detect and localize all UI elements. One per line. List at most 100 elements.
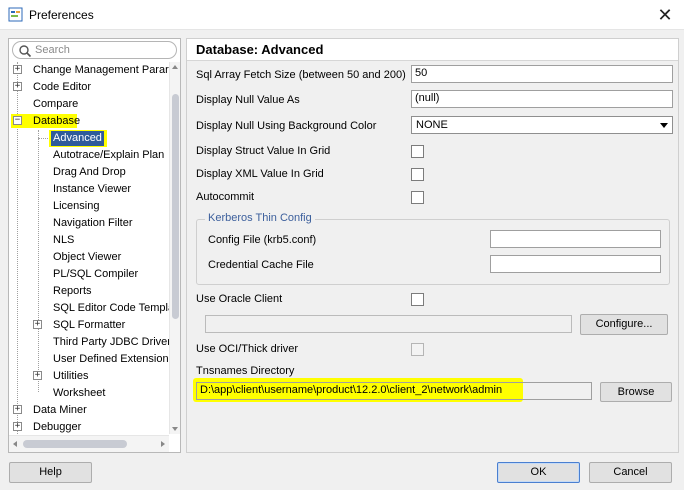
- page-title: Database: Advanced: [196, 42, 324, 57]
- tree-item-label: Utilities: [53, 370, 89, 382]
- oracle-client-path-input[interactable]: [205, 315, 572, 333]
- expand-icon[interactable]: +: [33, 320, 42, 329]
- tree-item-label: PL/SQL Compiler: [53, 268, 139, 280]
- tree-item-debugger[interactable]: + Debugger: [9, 419, 169, 434]
- tree-item-worksheet[interactable]: Worksheet: [9, 385, 169, 402]
- configure-button[interactable]: Configure...: [580, 314, 668, 335]
- tree-item-label: Drag And Drop: [53, 166, 126, 178]
- tree-item-label: Worksheet: [53, 387, 106, 399]
- tree-item-database[interactable]: − Database: [9, 113, 169, 130]
- tree-item-label: Debugger: [33, 421, 82, 433]
- use-oracle-client-checkbox[interactable]: [411, 293, 424, 306]
- ok-button[interactable]: OK: [497, 462, 580, 483]
- tree-item-autotrace[interactable]: Autotrace/Explain Plan: [9, 147, 169, 164]
- tree-item-label: User Defined Extension: [53, 353, 169, 365]
- null-value-input[interactable]: (null): [411, 90, 673, 108]
- tree-item-instance-viewer[interactable]: Instance Viewer: [9, 181, 169, 198]
- config-file-input[interactable]: [490, 230, 661, 248]
- tree-horizontal-scrollbar[interactable]: [9, 435, 169, 452]
- collapse-icon[interactable]: −: [13, 116, 22, 125]
- scroll-left-icon[interactable]: [13, 441, 17, 447]
- tree-item-licensing[interactable]: Licensing: [9, 198, 169, 215]
- tree-item-label: Data Miner: [33, 404, 87, 416]
- tree-item-label: Database: [33, 115, 81, 127]
- credential-cache-input[interactable]: [490, 255, 661, 273]
- window-title: Preferences: [29, 8, 94, 22]
- tree-item-navigation-filter[interactable]: Navigation Filter: [9, 215, 169, 232]
- tree-item-label: Licensing: [53, 200, 100, 212]
- tree-item-object-viewer[interactable]: Object Viewer: [9, 249, 169, 266]
- tree-item-third-party-jdbc[interactable]: Third Party JDBC Driver: [9, 334, 169, 351]
- xml-grid-label: Display XML Value In Grid: [196, 168, 324, 180]
- xml-grid-checkbox[interactable]: [411, 168, 424, 181]
- expand-icon[interactable]: +: [13, 82, 22, 91]
- browse-button[interactable]: Browse: [600, 382, 672, 402]
- search-icon: [19, 45, 32, 58]
- close-icon[interactable]: ✕: [654, 4, 676, 26]
- scrollbar-thumb[interactable]: [172, 94, 179, 319]
- tree-item-code-editor[interactable]: + Code Editor: [9, 79, 169, 96]
- category-tree-panel: + Change Management Parar + Code Editor …: [8, 38, 181, 453]
- config-file-label: Config File (krb5.conf): [208, 234, 317, 246]
- tree-item-label: Navigation Filter: [53, 217, 133, 229]
- kerberos-group: Kerberos Thin Config Config File (krb5.c…: [196, 212, 670, 285]
- panel-header: Database: Advanced: [187, 39, 678, 61]
- chevron-down-icon: [660, 123, 668, 128]
- title-bar: Preferences ✕: [0, 0, 684, 30]
- expand-icon[interactable]: +: [13, 405, 22, 414]
- scrollbar-thumb[interactable]: [23, 440, 127, 448]
- null-value-label: Display Null Value As: [196, 94, 300, 106]
- tree-item-label: SQL Editor Code Templa: [53, 302, 169, 314]
- tree-item-label: SQL Formatter: [53, 319, 126, 331]
- tnsnames-dir-input[interactable]: D:\app\client\username\product\12.2.0\cl…: [196, 382, 592, 400]
- expand-icon[interactable]: +: [13, 422, 22, 431]
- expand-icon[interactable]: +: [13, 65, 22, 74]
- tnsnames-dir-label: Tnsnames Directory: [196, 365, 295, 377]
- preferences-app-icon: [8, 7, 23, 22]
- autocommit-checkbox[interactable]: [411, 191, 424, 204]
- tree-item-label: Advanced: [51, 131, 104, 146]
- tree-item-label: Code Editor: [33, 81, 92, 93]
- tree-item-reports[interactable]: Reports: [9, 283, 169, 300]
- tree-item-nls[interactable]: NLS: [9, 232, 169, 249]
- tree-item-compare[interactable]: Compare: [9, 96, 169, 113]
- tree-item-sql-editor-code-templates[interactable]: SQL Editor Code Templa: [9, 300, 169, 317]
- search-input[interactable]: [35, 43, 170, 57]
- scroll-right-icon[interactable]: [161, 441, 165, 447]
- null-bg-color-select[interactable]: NONE: [411, 116, 673, 134]
- help-button[interactable]: Help: [9, 462, 92, 483]
- kerberos-group-title: Kerberos Thin Config: [205, 212, 315, 224]
- struct-grid-checkbox[interactable]: [411, 145, 424, 158]
- sql-fetch-size-label: Sql Array Fetch Size (between 50 and 200…: [196, 69, 406, 81]
- category-tree: + Change Management Parar + Code Editor …: [9, 62, 169, 434]
- tree-item-label: Instance Viewer: [53, 183, 132, 195]
- search-box[interactable]: [12, 41, 177, 59]
- sql-fetch-size-input[interactable]: 50: [411, 65, 673, 83]
- use-oracle-client-label: Use Oracle Client: [196, 293, 283, 305]
- oci-thick-driver-label: Use OCI/Thick driver: [196, 343, 299, 355]
- autocommit-label: Autocommit: [196, 191, 255, 203]
- tree-item-label: Object Viewer: [53, 251, 122, 263]
- struct-grid-label: Display Struct Value In Grid: [196, 145, 331, 157]
- oci-thick-driver-checkbox[interactable]: [411, 343, 424, 356]
- tree-item-label: Reports: [53, 285, 92, 297]
- scroll-down-icon[interactable]: [172, 427, 178, 431]
- tree-item-sql-formatter[interactable]: + SQL Formatter: [9, 317, 169, 334]
- select-value: NONE: [416, 119, 448, 131]
- tree-item-advanced[interactable]: Advanced: [9, 130, 169, 147]
- tree-item-utilities[interactable]: + Utilities: [9, 368, 169, 385]
- tree-item-label: Third Party JDBC Driver: [53, 336, 169, 348]
- tree-item-label: NLS: [53, 234, 75, 246]
- tree-item-data-miner[interactable]: + Data Miner: [9, 402, 169, 419]
- tree-item-user-defined-extension[interactable]: User Defined Extension: [9, 351, 169, 368]
- null-bg-color-label: Display Null Using Background Color: [196, 120, 377, 132]
- tree-item-label: Change Management Parar: [33, 64, 169, 76]
- tree-item-plsql-compiler[interactable]: PL/SQL Compiler: [9, 266, 169, 283]
- cancel-button[interactable]: Cancel: [589, 462, 672, 483]
- expand-icon[interactable]: +: [33, 371, 42, 380]
- scroll-up-icon[interactable]: [172, 65, 178, 69]
- tree-item-drag-and-drop[interactable]: Drag And Drop: [9, 164, 169, 181]
- tree-item-change-management[interactable]: + Change Management Parar: [9, 62, 169, 79]
- tree-item-label: Compare: [33, 98, 79, 110]
- tree-vertical-scrollbar[interactable]: [169, 62, 180, 434]
